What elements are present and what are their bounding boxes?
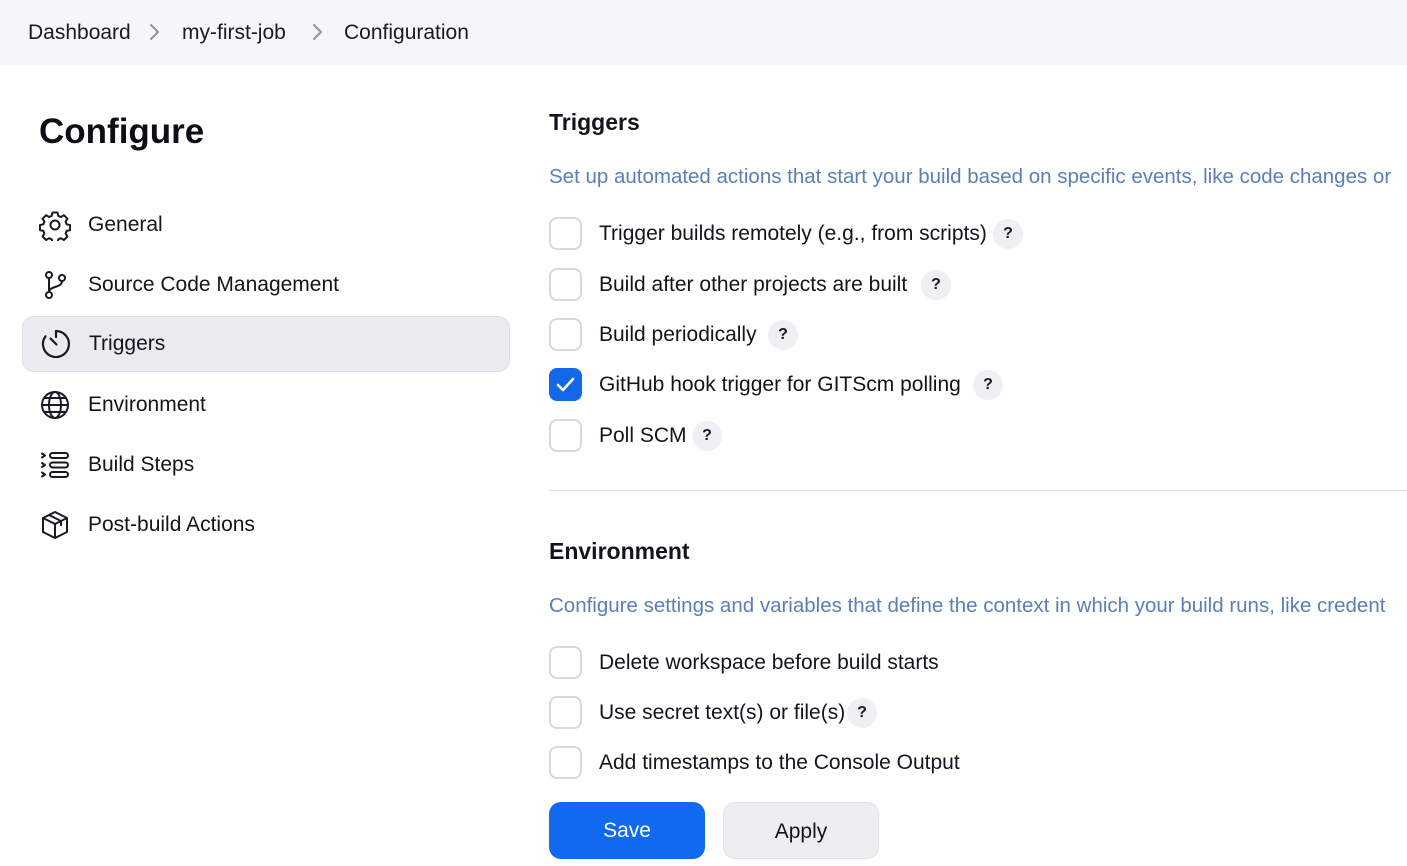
sidebar-item-label: Source Code Management [88,273,339,296]
breadcrumb-job[interactable]: my-first-job [182,20,286,46]
git-branch-icon [39,269,71,301]
sidebar-item-label: Triggers [89,332,166,355]
option-label: Delete workspace before build starts [599,651,939,674]
checkmark-icon [556,377,575,392]
sidebar-item-general[interactable]: General [22,197,510,253]
sidebar-item-label: Environment [88,393,206,416]
timer-icon [40,328,72,360]
help-icon[interactable]: ? [692,421,722,451]
option-label: Poll SCM [599,424,687,447]
help-icon[interactable]: ? [847,698,877,728]
environment-section-title: Environment [549,538,690,564]
option-label: Use secret text(s) or file(s) [599,701,846,724]
apply-button[interactable]: Apply [723,802,879,859]
triggers-section-title: Triggers [549,109,640,135]
triggers-section-description: Set up automated actions that start your… [549,165,1392,188]
breadcrumb-configuration: Configuration [344,21,469,44]
option-label: Add timestamps to the Console Output [599,751,960,774]
help-icon[interactable]: ? [973,370,1003,400]
list-steps-icon [39,449,71,481]
build-periodically-checkbox[interactable] [549,318,582,351]
use-secret-checkbox[interactable] [549,696,582,729]
sidebar-item-label: General [88,213,163,236]
option-label: Build periodically [599,323,757,346]
sidebar-item-source-code-management[interactable]: Source Code Management [22,257,510,313]
delete-workspace-checkbox[interactable] [549,646,582,679]
sidebar-item-build-steps[interactable]: Build Steps [22,437,510,493]
help-icon[interactable]: ? [768,320,798,350]
breadcrumb-dashboard[interactable]: Dashboard [28,20,131,46]
sidebar-item-label: Post-build Actions [88,513,255,536]
globe-icon [39,389,71,421]
sidebar-item-triggers[interactable]: Triggers [22,316,510,372]
breadcrumb: Dashboard my-first-job Configuration [0,0,1407,65]
chevron-right-icon [311,22,325,42]
poll-scm-checkbox[interactable] [549,419,582,452]
sidebar-item-label: Build Steps [88,453,195,476]
sidebar-item-environment[interactable]: Environment [22,377,510,433]
section-divider [549,490,1407,491]
option-label: GitHub hook trigger for GITScm polling [599,373,961,396]
gear-icon [38,209,72,244]
package-icon [39,509,71,541]
github-hook-trigger-checkbox[interactable] [549,368,582,401]
trigger-remote-checkbox[interactable] [549,217,582,250]
save-button[interactable]: Save [549,802,705,859]
chevron-right-icon [148,22,162,42]
environment-section-description: Configure settings and variables that de… [549,594,1386,617]
add-timestamps-checkbox[interactable] [549,746,582,779]
build-after-other-projects-checkbox[interactable] [549,268,582,301]
help-icon[interactable]: ? [993,219,1023,249]
page-title: Configure [39,112,205,151]
help-icon[interactable]: ? [921,270,951,300]
option-label: Build after other projects are built [599,273,908,296]
sidebar-item-post-build-actions[interactable]: Post-build Actions [22,497,510,553]
option-label: Trigger builds remotely (e.g., from scri… [599,222,987,245]
